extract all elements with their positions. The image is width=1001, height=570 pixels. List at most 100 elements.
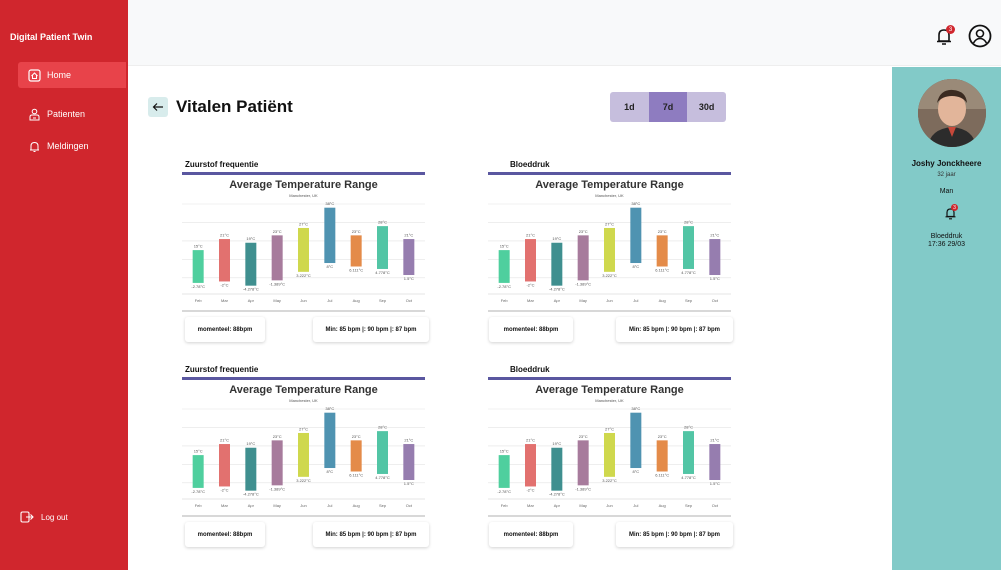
brand-title: Digital Patient Twin — [10, 32, 93, 42]
sidebar-item-meldingen[interactable]: Meldingen — [18, 133, 126, 159]
chart-x-tick-label: Feb — [195, 503, 203, 508]
chart-bar — [271, 235, 283, 281]
chart-bar-high-label: 23°C — [273, 434, 282, 439]
chart-x-tick-label: Apr — [554, 503, 561, 508]
chart-bar — [604, 432, 615, 477]
temperature-chart: Average Temperature Range Manchester, UK 1… — [182, 384, 425, 508]
chart-bar-low-label: -1.389°C — [269, 281, 285, 286]
vital-card: Zuurstof frequentie Average Temperature … — [182, 160, 429, 350]
chart-bar — [525, 239, 536, 282]
range-button-1d[interactable]: 1d — [610, 92, 649, 122]
card-title: Zuurstof frequentie — [185, 365, 259, 374]
chart-x-tick-label: Feb — [195, 298, 203, 303]
chart-bar-high-label: 23°C — [579, 229, 588, 234]
chart-bar-low-label: -4.278°C — [243, 492, 259, 497]
chart-x-tick-label: Aug — [659, 503, 666, 508]
chart-x-tick-label: May — [579, 503, 587, 508]
chart-bar-high-label: 19°C — [246, 441, 255, 446]
patient-name: Joshy Jonckheere — [911, 159, 982, 168]
card-footer-line — [488, 310, 731, 312]
chart-bar — [709, 444, 721, 481]
chart-bar-low-label: -4.278°C — [549, 287, 565, 292]
chart-x-tick-label: Jun — [300, 503, 306, 508]
chart-bar-high-label: 21°C — [404, 438, 413, 443]
chart-bar-low-label: 4.778°C — [681, 270, 696, 275]
minmax-pill: Min: 85 bpm |: 90 bpm |: 87 bpm — [616, 522, 733, 547]
chart-subtitle: Manchester, UK — [289, 193, 318, 198]
chart-bar — [683, 431, 694, 474]
logout-button[interactable]: Log out — [20, 510, 68, 524]
sidebar-item-patienten[interactable]: Patienten — [18, 101, 126, 127]
chart-x-tick-label: Apr — [554, 298, 561, 303]
range-button-30d[interactable]: 30d — [687, 92, 726, 122]
chart-bar-low-label: -2.78°C — [191, 284, 205, 289]
chart-x-tick-label: Sep — [379, 298, 387, 303]
current-value-pill: momenteel: 88bpm — [489, 317, 573, 342]
chart-bar-low-label: 8°C — [326, 469, 333, 474]
sidebar-item-home[interactable]: Home — [18, 62, 126, 88]
chart-bar-high-label: 27°C — [605, 221, 614, 226]
chart-bar — [350, 235, 362, 267]
chart-bar-high-label: 21°C — [404, 233, 413, 238]
chart-bar-low-label: 8°C — [326, 264, 333, 269]
home-icon — [27, 68, 41, 82]
chart-x-tick-label: Jun — [300, 298, 306, 303]
chart-bar-low-label: 1.5°C — [710, 481, 720, 486]
patient-sex: Man — [939, 188, 954, 195]
chart-x-tick-label: May — [273, 298, 281, 303]
chart-bar-low-label: -2.78°C — [191, 489, 205, 494]
chart-bar-low-label: 3.222°C — [602, 478, 617, 483]
range-button-7d[interactable]: 7d — [648, 92, 688, 122]
back-button[interactable] — [148, 97, 168, 117]
minmax-pill: Min: 85 bpm |: 90 bpm |: 87 bpm — [616, 317, 733, 342]
chart-bar-high-label: 38°C — [325, 406, 334, 411]
chart-bar-high-label: 21°C — [220, 438, 229, 443]
chart-bar-high-label: 23°C — [658, 434, 667, 439]
chart-bar-low-label: 6.111°C — [655, 473, 669, 478]
user-profile-icon[interactable] — [968, 24, 992, 48]
patient-avatar[interactable] — [918, 79, 986, 147]
current-value-pill: momenteel: 88bpm — [185, 317, 265, 342]
chart-bar — [271, 440, 283, 486]
chart-x-tick-label: Jul — [633, 503, 638, 508]
last-alert-label: Bloeddruk — [930, 233, 963, 240]
logout-label: Log out — [41, 512, 68, 522]
last-alert-time: 17:36 29/03 — [928, 241, 965, 248]
chart-bar-low-label: 1.5°C — [710, 276, 720, 281]
chart-bar — [324, 207, 336, 264]
chart-bar — [498, 455, 510, 488]
chart-bar-low-label: -1.389°C — [269, 486, 285, 491]
chart-bar-low-label: 8°C — [632, 264, 639, 269]
chart-subtitle: Manchester, UK — [289, 398, 318, 403]
chart-bar-low-label: 8°C — [632, 469, 639, 474]
patient-panel: Joshy Jonckheere 32 jaar Man 3 Bloeddruk… — [892, 67, 1001, 570]
chart-x-tick-label: Sep — [685, 298, 693, 303]
chart-x-tick-label: Oct — [712, 298, 719, 303]
chart-x-tick-label: Apr — [248, 503, 255, 508]
chart-bar — [630, 207, 642, 264]
page-title: Vitalen Patiënt — [176, 97, 293, 116]
minmax-pill: Min: 85 bpm |: 90 bpm |: 87 bpm — [313, 317, 429, 342]
temperature-chart: Average Temperature Range Manchester, UK 1… — [488, 384, 731, 508]
chart-bar-high-label: 27°C — [299, 221, 308, 226]
chart-bar — [630, 412, 642, 469]
chart-bar-low-label: -4.278°C — [243, 287, 259, 292]
chart-bar — [192, 250, 204, 283]
chart-bar-low-label: 6.111°C — [655, 268, 669, 273]
chart-x-tick-label: Jun — [606, 298, 612, 303]
minmax-pill: Min: 85 bpm |: 90 bpm |: 87 bpm — [313, 522, 429, 547]
chart-bar-high-label: 19°C — [552, 236, 561, 241]
chart-bar-low-label: 4.778°C — [375, 475, 390, 480]
chart-bar-high-label: 23°C — [352, 229, 361, 234]
chart-bar-high-label: 21°C — [526, 438, 535, 443]
chart-bar-low-label: -1.389°C — [575, 281, 591, 286]
chart-x-tick-label: Jun — [606, 503, 612, 508]
card-footer-line — [182, 310, 425, 312]
sidebar-item-label: Meldingen — [47, 141, 89, 151]
chart-x-tick-label: Mar — [527, 298, 535, 303]
chart-x-tick-label: May — [273, 503, 281, 508]
chart-bar-high-label: 27°C — [605, 426, 614, 431]
chart-bar-high-label: 38°C — [325, 201, 334, 206]
chart-bar-high-label: 28°C — [684, 220, 693, 225]
chart-bar — [525, 444, 536, 487]
